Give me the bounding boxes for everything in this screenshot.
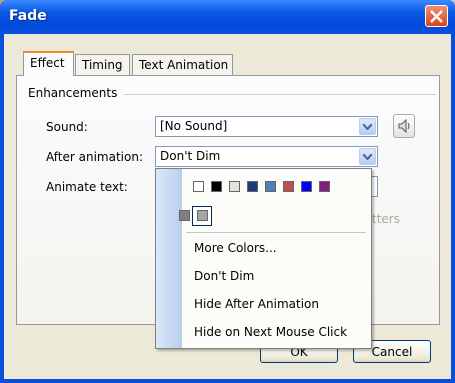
menu-separator <box>186 232 366 233</box>
close-button[interactable] <box>425 5 448 27</box>
chevron-down-icon <box>363 154 372 160</box>
delay-letters-label: tters <box>372 212 400 226</box>
after-animation-menu: More Colors... Don't Dim Hide After Anim… <box>155 168 372 349</box>
animate-text-label: Animate text: <box>46 180 128 194</box>
color-swatch[interactable] <box>301 181 312 192</box>
sound-preview-button[interactable] <box>393 114 415 138</box>
color-swatch[interactable] <box>265 181 276 192</box>
tab-text-animation[interactable]: Text Animation <box>132 54 233 75</box>
color-swatch[interactable] <box>179 210 190 221</box>
group-label: Enhancements <box>28 86 122 100</box>
after-animation-label: After animation: <box>46 150 143 164</box>
menu-item-more-colors[interactable]: More Colors... <box>194 241 277 255</box>
menu-side-strip <box>156 169 182 348</box>
color-swatch[interactable] <box>193 181 204 192</box>
menu-item-hide-on-next-click[interactable]: Hide on Next Mouse Click <box>194 325 347 339</box>
sound-dropdown[interactable]: [No Sound] <box>155 116 378 137</box>
chevron-down-icon <box>363 124 372 130</box>
sound-label: Sound: <box>46 120 88 134</box>
color-swatch[interactable] <box>319 181 330 192</box>
group-divider <box>124 94 436 95</box>
close-icon <box>430 10 443 23</box>
color-swatch[interactable] <box>229 181 240 192</box>
sound-value: [No Sound] <box>160 119 228 133</box>
window-title: Fade <box>9 8 47 24</box>
after-animation-value: Don't Dim <box>160 149 221 163</box>
color-swatch[interactable] <box>283 181 294 192</box>
menu-item-hide-after-animation[interactable]: Hide After Animation <box>194 297 319 311</box>
tab-timing[interactable]: Timing <box>75 54 130 75</box>
menu-item-dont-dim[interactable]: Don't Dim <box>194 269 254 283</box>
after-animation-dropdown[interactable]: Don't Dim <box>155 146 378 167</box>
color-swatch[interactable] <box>197 210 208 221</box>
color-swatch[interactable] <box>211 181 222 192</box>
title-bar[interactable]: Fade <box>0 0 455 34</box>
sound-dropdown-button[interactable] <box>359 118 376 135</box>
after-animation-dropdown-button[interactable] <box>359 148 376 165</box>
color-swatch[interactable] <box>247 181 258 192</box>
speaker-icon <box>398 119 410 133</box>
tab-effect[interactable]: Effect <box>23 51 74 76</box>
